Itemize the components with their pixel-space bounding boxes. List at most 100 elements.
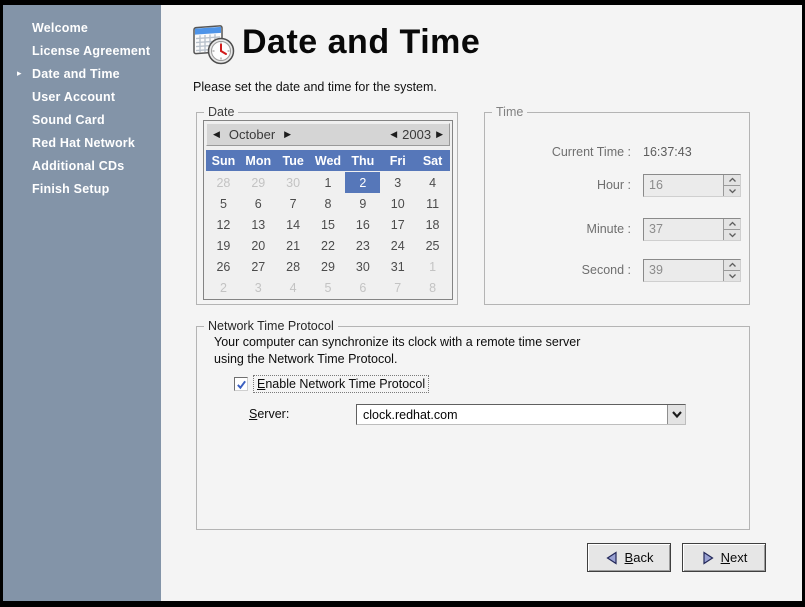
calendar-day[interactable]: 29 [311,256,346,277]
prev-year-icon[interactable]: ◀ [390,130,397,139]
hour-label: Hour : [485,178,631,192]
calendar-day[interactable]: 18 [415,214,450,235]
calendar-year-label: 2003 [402,127,431,142]
next-arrow-icon [701,551,715,565]
calendar-day[interactable]: 23 [345,235,380,256]
sidebar-step-list: WelcomeLicense Agreement▸Date and TimeUs… [3,5,161,200]
back-button-label: Back [625,550,654,565]
weekday-header: Wed [311,154,346,168]
date-legend: Date [204,105,238,119]
calendar-day[interactable]: 29 [241,172,276,193]
calendar-day[interactable]: 7 [276,193,311,214]
page-header: Date and Time [190,18,480,66]
back-button[interactable]: Back [587,543,671,572]
server-combobox[interactable]: clock.redhat.com [356,404,686,425]
calendar-day[interactable]: 25 [415,235,450,256]
calendar-day[interactable]: 19 [206,235,241,256]
calendar-day[interactable]: 4 [276,277,311,298]
spin-down-icon[interactable] [724,186,740,196]
calendar-day[interactable]: 27 [241,256,276,277]
second-spinner[interactable]: 39 [643,259,741,282]
calendar-day[interactable]: 11 [415,193,450,214]
calendar-day[interactable]: 15 [311,214,346,235]
calendar-day[interactable]: 8 [415,277,450,298]
calendar-day[interactable]: 1 [415,256,450,277]
setup-wizard-window: WelcomeLicense Agreement▸Date and TimeUs… [0,0,805,607]
minute-spinner[interactable]: 37 [643,218,741,241]
active-step-arrow-icon: ▸ [17,69,29,78]
chevron-down-icon [671,410,683,419]
current-time-value: 16:37:43 [643,145,692,159]
server-label: Server: [249,407,289,421]
ntp-groupbox: Network Time Protocol Your computer can … [196,326,750,530]
hour-spinner[interactable]: 16 [643,174,741,197]
calendar-day[interactable]: 20 [241,235,276,256]
second-value: 39 [649,263,663,277]
calendar-clock-icon [190,18,236,66]
calendar-day[interactable]: 2 [206,277,241,298]
ntp-checkbox-row: Enable Network Time Protocol [234,375,429,393]
sidebar-item-user-account[interactable]: User Account [3,85,161,108]
current-time-row: Current Time : 16:37:43 [485,141,749,164]
calendar-day[interactable]: 3 [241,277,276,298]
calendar-day[interactable]: 10 [380,193,415,214]
calendar-day[interactable]: 5 [311,277,346,298]
calendar-day[interactable]: 21 [276,235,311,256]
sidebar-item-label: User Account [32,90,115,104]
sidebar-item-license-agreement[interactable]: License Agreement [3,39,161,62]
calendar-day[interactable]: 9 [345,193,380,214]
calendar-day[interactable]: 12 [206,214,241,235]
calendar-day[interactable]: 28 [206,172,241,193]
weekday-header: Fri [380,154,415,168]
sidebar-item-additional-cds[interactable]: Additional CDs [3,154,161,177]
sidebar-item-date-and-time[interactable]: ▸Date and Time [3,62,161,85]
calendar-day[interactable]: 3 [380,172,415,193]
calendar-day[interactable]: 1 [311,172,346,193]
calendar-day[interactable]: 4 [415,172,450,193]
calendar-day[interactable]: 28 [276,256,311,277]
ntp-enable-checkbox[interactable] [234,377,248,391]
calendar-day[interactable]: 24 [380,235,415,256]
weekday-header: Sat [415,154,450,168]
next-button[interactable]: Next [682,543,766,572]
calendar-day-selected[interactable]: 2 [345,172,380,193]
sidebar-item-sound-card[interactable]: Sound Card [3,108,161,131]
time-legend: Time [492,105,527,119]
calendar-day[interactable]: 26 [206,256,241,277]
calendar-day[interactable]: 6 [241,193,276,214]
sidebar-item-finish-setup[interactable]: Finish Setup [3,177,161,200]
sidebar-item-welcome[interactable]: Welcome [3,16,161,39]
calendar-day[interactable]: 30 [345,256,380,277]
prev-month-icon[interactable]: ◀ [213,130,220,139]
next-month-icon[interactable]: ▶ [284,130,291,139]
calendar-day[interactable]: 31 [380,256,415,277]
calendar-day[interactable]: 22 [311,235,346,256]
calendar-day[interactable]: 14 [276,214,311,235]
date-groupbox: Date ◀ October ▶ ◀ 2003 ▶ SunMonTueWedTh [196,112,458,305]
sidebar-item-label: Date and Time [32,67,120,81]
spin-up-icon[interactable] [724,260,740,271]
second-label: Second : [485,263,631,277]
calendar-day[interactable]: 17 [380,214,415,235]
spin-up-icon[interactable] [724,175,740,186]
page-title: Date and Time [242,23,480,62]
calendar-day[interactable]: 30 [276,172,311,193]
weekday-header: Tue [276,154,311,168]
weekday-header-row: SunMonTueWedThuFriSat [206,150,450,171]
calendar-day[interactable]: 5 [206,193,241,214]
calendar-day[interactable]: 6 [345,277,380,298]
spin-down-icon[interactable] [724,271,740,281]
time-groupbox: Time Current Time : 16:37:43 Hour : 16 M… [484,112,750,305]
spin-down-icon[interactable] [724,230,740,240]
ntp-enable-label[interactable]: Enable Network Time Protocol [253,375,429,393]
calendar-day[interactable]: 8 [311,193,346,214]
next-year-icon[interactable]: ▶ [436,130,443,139]
calendar-day[interactable]: 16 [345,214,380,235]
calendar-day[interactable]: 13 [241,214,276,235]
sidebar-item-label: Welcome [32,21,88,35]
spin-up-icon[interactable] [724,219,740,230]
calendar-day[interactable]: 7 [380,277,415,298]
dropdown-button[interactable] [667,405,685,424]
sidebar-item-red-hat-network[interactable]: Red Hat Network [3,131,161,154]
sidebar-item-label: Finish Setup [32,182,109,196]
